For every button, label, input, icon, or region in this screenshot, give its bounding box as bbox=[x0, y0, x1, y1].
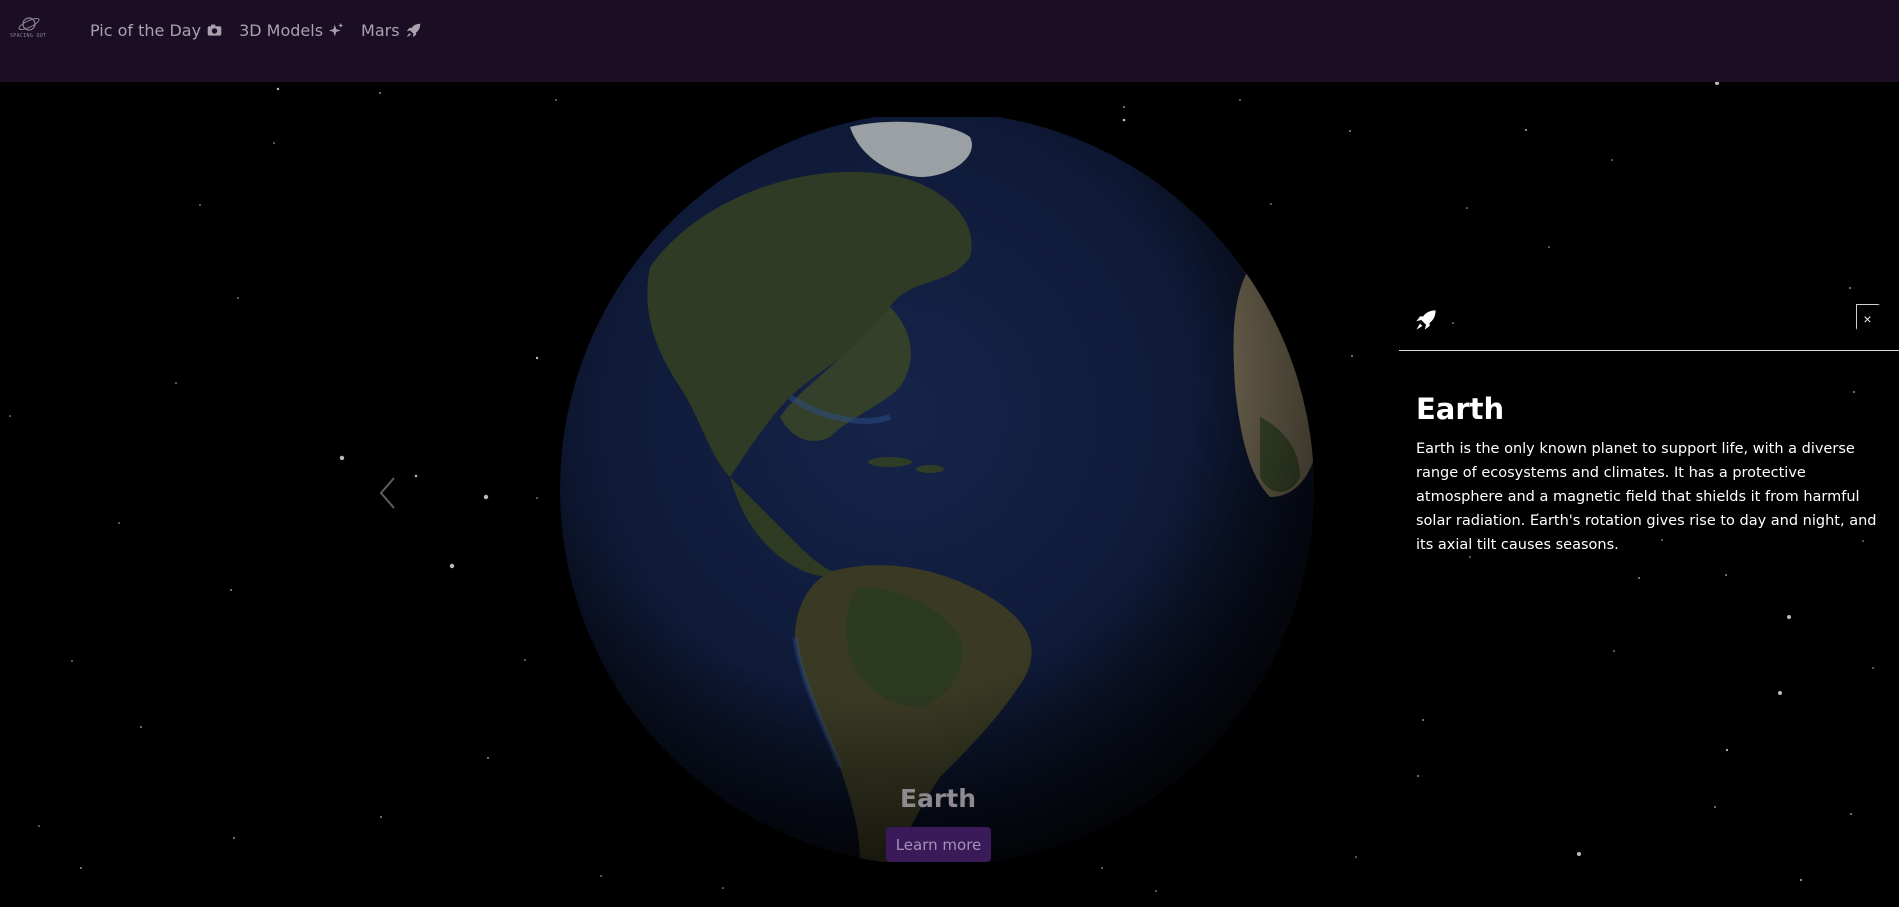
nav-item-pic-of-the-day[interactable]: Pic of the Day bbox=[90, 21, 223, 40]
nav-item-mars[interactable]: Mars bbox=[361, 21, 422, 40]
panel-divider bbox=[1399, 350, 1899, 351]
sparkles-icon bbox=[328, 22, 344, 37]
close-button[interactable]: × bbox=[1856, 304, 1880, 330]
panel-description: Earth is the only known planet to suppor… bbox=[1416, 441, 1877, 553]
top-navbar: SPACING OUT Pic of the Day 3D Models Mar… bbox=[0, 0, 1899, 82]
nav-links: Pic of the Day 3D Models Mars bbox=[90, 21, 422, 40]
chevron-left-icon[interactable] bbox=[377, 475, 399, 511]
earth-globe-model[interactable] bbox=[560, 117, 1315, 862]
rocket-icon bbox=[406, 23, 420, 38]
nav-item-label: Pic of the Day bbox=[90, 21, 202, 40]
nav-item-3d-models[interactable]: 3D Models bbox=[239, 21, 345, 40]
info-panel: × Earth Earth is the only known planet t… bbox=[1399, 288, 1899, 588]
rocket-icon bbox=[1416, 310, 1436, 330]
logo-text: SPACING OUT bbox=[10, 33, 47, 39]
panel-title: Earth bbox=[1416, 392, 1505, 426]
nav-item-label: 3D Models bbox=[239, 21, 324, 40]
nav-item-label: Mars bbox=[361, 21, 400, 40]
carousel-planet-name: Earth bbox=[899, 784, 977, 813]
app-stage: SPACING OUT Pic of the Day 3D Models Mar… bbox=[0, 0, 1899, 907]
logo-icon[interactable] bbox=[10, 14, 48, 44]
camera-icon bbox=[207, 24, 222, 36]
learn-more-button[interactable]: Learn more bbox=[886, 827, 991, 862]
